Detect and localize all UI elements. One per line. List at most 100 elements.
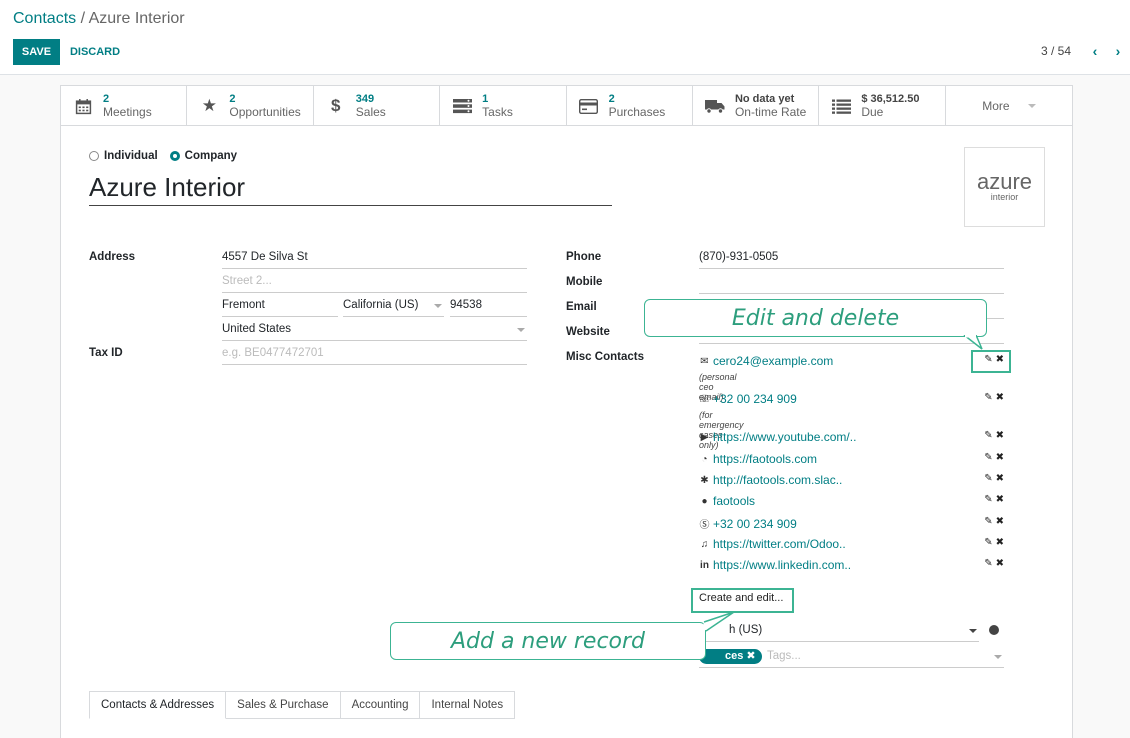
- pager-next-icon[interactable]: ›: [1111, 43, 1125, 59]
- tab-contacts-addresses[interactable]: Contacts & Addresses: [89, 691, 227, 719]
- whatsapp-icon: ◔: [701, 453, 708, 465]
- close-icon[interactable]: ✖: [996, 452, 1004, 463]
- street-input[interactable]: 4557 De Silva St: [222, 247, 527, 269]
- radio-individual[interactable]: Individual: [89, 150, 158, 162]
- tasks-label: Tasks: [482, 105, 513, 119]
- country-select[interactable]: United States: [222, 319, 527, 341]
- country-value: United States: [222, 323, 292, 335]
- opportunities-button[interactable]: ★ 2 Opportunities: [187, 86, 314, 126]
- tag-remove-icon[interactable]: ✖: [746, 650, 755, 662]
- meetings-label: Meetings: [103, 105, 152, 119]
- close-icon[interactable]: ✖: [996, 558, 1004, 569]
- misc-contact-link[interactable]: https://faotools.com: [713, 452, 817, 466]
- misc-contact-row: ✉ cero24@example.com ✎ ✖: [699, 354, 1004, 368]
- pencil-icon[interactable]: ✎: [984, 452, 992, 463]
- close-icon[interactable]: ✖: [996, 430, 1004, 441]
- logo-text: azure: [976, 169, 1033, 194]
- callout-add-record-tail: [703, 611, 735, 632]
- radio-individual-dot[interactable]: [89, 151, 99, 161]
- misc-contact-row: ▶ https://www.youtube.com/.. ✎ ✖: [699, 430, 1004, 444]
- misc-contact-link[interactable]: https://www.youtube.com/..: [713, 430, 856, 444]
- language-caret-icon: [969, 629, 977, 633]
- breadcrumb-separator: /: [76, 10, 89, 27]
- misc-contact-link[interactable]: https://www.linkedin.com..: [713, 558, 851, 572]
- smart-button-box: 2 Meetings ★ 2 Opportunities $ 349 Sales 1T…: [61, 86, 1072, 126]
- state-select[interactable]: California (US): [343, 295, 444, 317]
- misc-contact-link[interactable]: +32 00 234 909: [713, 392, 797, 406]
- country-caret-icon: [517, 328, 525, 332]
- company-logo[interactable]: azure interior: [964, 147, 1045, 227]
- tab-sales-purchase[interactable]: Sales & Purchase: [226, 691, 341, 719]
- pencil-icon[interactable]: ✎: [984, 473, 992, 484]
- tasks-icon: [452, 96, 472, 116]
- mobile-input[interactable]: [699, 272, 1004, 294]
- sales-label: Sales: [355, 105, 386, 119]
- partner-name-input[interactable]: Azure Interior: [89, 172, 612, 206]
- misc-contact-row: ♫ https://twitter.com/Odoo.. ✎ ✖: [699, 537, 1004, 551]
- truck-icon: [704, 96, 725, 116]
- tab-internal-notes[interactable]: Internal Notes: [420, 691, 516, 719]
- language-select[interactable]: h (US): [699, 620, 979, 642]
- meetings-button[interactable]: 2 Meetings: [61, 86, 188, 126]
- control-panel: Contacts / Azure Interior SAVE DISCARD 3…: [0, 0, 1130, 75]
- close-icon[interactable]: ✖: [996, 392, 1004, 403]
- globe-icon[interactable]: [989, 625, 999, 635]
- discard-button[interactable]: DISCARD: [66, 39, 124, 65]
- radio-company-dot[interactable]: [169, 151, 180, 161]
- close-icon[interactable]: ✖: [996, 473, 1004, 484]
- tab-accounting[interactable]: Accounting: [340, 691, 421, 719]
- youtube-icon: ▶: [700, 431, 709, 443]
- breadcrumb-contacts-link[interactable]: Contacts: [13, 10, 76, 27]
- city-input[interactable]: Fremont: [222, 295, 338, 317]
- close-icon[interactable]: ✖: [996, 494, 1004, 505]
- tags-placeholder: Tags...: [767, 650, 801, 662]
- skype-icon: Ⓢ: [699, 520, 710, 531]
- misc-contact-link[interactable]: cero24@example.com: [713, 354, 833, 368]
- misc-contact-link[interactable]: faotools: [713, 494, 755, 508]
- radio-individual-label: Individual: [104, 150, 158, 162]
- notebook-tabs: Contacts & Addresses Sales & Purchase Ac…: [89, 691, 516, 719]
- callout-add-record: Add a new record: [390, 622, 706, 660]
- company-type-radio: Individual Company: [89, 150, 237, 162]
- misc-contact-link[interactable]: +32 00 234 909: [713, 517, 797, 531]
- tax-id-input[interactable]: e.g. BE0477472701: [222, 343, 527, 365]
- tag-badge: ces ✖: [699, 649, 762, 664]
- street2-input[interactable]: Street 2...: [222, 271, 527, 293]
- caret-down-icon: [1027, 104, 1036, 108]
- save-button[interactable]: SAVE: [13, 39, 60, 65]
- tags-caret-icon: [994, 655, 1002, 659]
- state-caret-icon: [434, 304, 442, 308]
- pencil-icon[interactable]: ✎: [984, 430, 992, 441]
- purchases-button[interactable]: 2 Purchases: [567, 86, 693, 126]
- due-button[interactable]: $ 36,512.50 Due: [819, 86, 946, 126]
- envelope-icon: ✉: [700, 355, 709, 367]
- sales-button[interactable]: $ 349 Sales: [314, 86, 441, 126]
- pager-previous-icon[interactable]: ‹: [1088, 43, 1102, 59]
- pencil-icon[interactable]: ✎: [984, 516, 992, 527]
- phone-input[interactable]: (870)-931-0505: [699, 247, 1004, 269]
- pencil-icon[interactable]: ✎: [984, 392, 992, 403]
- tasks-button[interactable]: 1 Tasks: [440, 86, 567, 126]
- on-time-rate-button[interactable]: No data yet On-time Rate: [693, 86, 820, 126]
- pencil-icon[interactable]: ✎: [984, 494, 992, 505]
- more-button[interactable]: More: [946, 86, 1072, 126]
- tax-id-label: Tax ID: [89, 347, 123, 359]
- misc-contact-link[interactable]: http://faotools.com.slac..: [713, 473, 842, 487]
- close-icon[interactable]: ✖: [996, 537, 1004, 548]
- pencil-icon[interactable]: ✎: [984, 537, 992, 548]
- dollar-icon: $: [331, 96, 341, 115]
- close-icon[interactable]: ✖: [996, 516, 1004, 527]
- zip-input[interactable]: 94538: [450, 295, 527, 317]
- misc-contact-row: ☏ +32 00 234 909 ✎ ✖: [698, 392, 1004, 406]
- callout-edit-delete: Edit and delete: [644, 299, 987, 337]
- pager-value: 3 / 54: [1040, 44, 1071, 58]
- radio-company[interactable]: Company: [169, 150, 237, 162]
- misc-contacts-label: Misc Contacts: [566, 351, 644, 363]
- twitter-icon: ♫: [700, 538, 709, 550]
- address-label: Address: [89, 251, 136, 263]
- pencil-icon[interactable]: ✎: [984, 558, 992, 569]
- misc-contact-link[interactable]: https://twitter.com/Odoo..: [713, 537, 846, 551]
- mobile-label: Mobile: [566, 276, 603, 288]
- misc-contact-row: ● faotools ✎ ✖: [699, 494, 1004, 508]
- telegram-icon: ●: [701, 495, 708, 507]
